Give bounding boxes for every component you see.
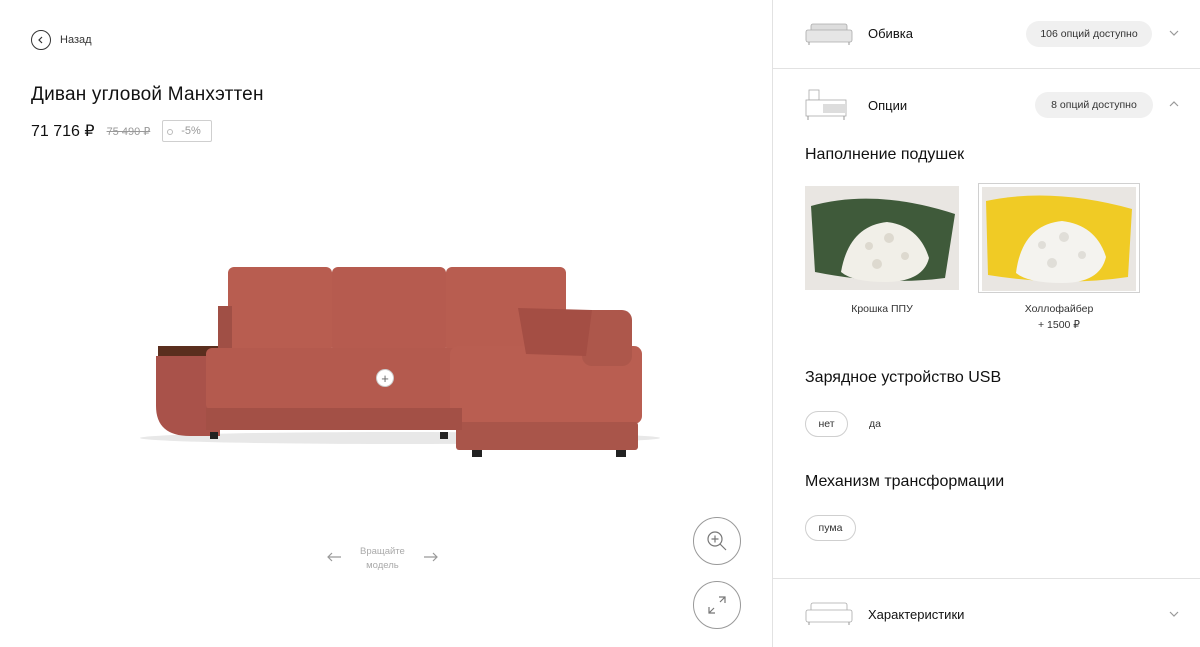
chevron-down-icon	[1169, 611, 1179, 617]
chevron-down-icon	[1169, 30, 1179, 36]
filling-option-price: + 1500 ₽	[1037, 319, 1080, 331]
mechanism-option-puma[interactable]: пума	[805, 515, 856, 541]
usb-section-title: Зарядное устройство USB	[805, 369, 1002, 386]
filling-option-label: Крошка ППУ	[851, 303, 913, 315]
accordion-specs[interactable]: Характеристики	[773, 579, 1200, 647]
rotate-hint-line1: Вращайте	[360, 546, 405, 557]
filling-option-ppu[interactable]	[805, 186, 959, 290]
rotate-hint-line2: модель	[366, 560, 399, 571]
expand-icon	[708, 596, 726, 614]
arrow-right-icon[interactable]	[423, 550, 439, 568]
old-price: 75 490 ₽	[106, 125, 151, 138]
accordion-title: Характеристики	[868, 607, 965, 622]
configurator-panel: Обивка 106 опций доступно Опции 8 опций …	[772, 0, 1200, 647]
price-row: 71 716 ₽ 75 490 ₽ -5%	[31, 120, 212, 142]
options-count-badge: 106 опций доступно	[1026, 21, 1152, 47]
chevron-up-icon	[1169, 101, 1179, 107]
discount-badge: -5%	[162, 120, 212, 142]
back-button[interactable]: Назад	[31, 30, 92, 50]
back-cushion	[332, 267, 446, 353]
rotate-hint: Вращайте модель	[360, 545, 405, 573]
usb-option-no[interactable]: нет	[805, 411, 848, 437]
arrow-left-icon[interactable]	[326, 550, 342, 568]
back-cushion	[228, 267, 332, 353]
chevron-left-icon	[31, 30, 51, 50]
fullscreen-button[interactable]	[693, 581, 741, 629]
current-price: 71 716 ₽	[31, 123, 95, 140]
usb-option-yes[interactable]: да	[857, 411, 893, 437]
hotspot-plus-icon[interactable]: +	[376, 369, 394, 387]
filling-section-title: Наполнение подушек	[805, 146, 965, 163]
zoom-in-icon	[707, 531, 727, 551]
filling-ppu-image	[805, 186, 959, 290]
options-sofa-icon	[805, 89, 847, 120]
filling-hollofiber-image	[982, 187, 1136, 291]
product-viewer-panel: Назад Диван угловой Манхэттен 71 716 ₽ 7…	[0, 0, 772, 647]
back-label: Назад	[60, 34, 92, 46]
sofa-icon	[805, 23, 853, 45]
filling-option-hollofiber[interactable]	[978, 183, 1140, 293]
accordion-title: Обивка	[868, 26, 913, 41]
sofa-outline-icon	[805, 602, 853, 625]
rotate-control: Вращайте модель	[326, 545, 439, 573]
product-title: Диван угловой Манхэттен	[31, 84, 264, 105]
accordion-upholstery[interactable]: Обивка 106 опций доступно	[773, 0, 1200, 68]
mechanism-section-title: Механизм трансформации	[805, 473, 1005, 490]
accordion-options[interactable]: Опции 8 опций доступно	[773, 69, 1200, 141]
accordion-title: Опции	[868, 98, 908, 113]
zoom-button[interactable]	[693, 517, 741, 565]
sofa-3d-model[interactable]	[120, 250, 660, 470]
filling-option-label: Холлофайбер	[1024, 303, 1094, 315]
options-count-badge: 8 опций доступно	[1035, 92, 1153, 118]
